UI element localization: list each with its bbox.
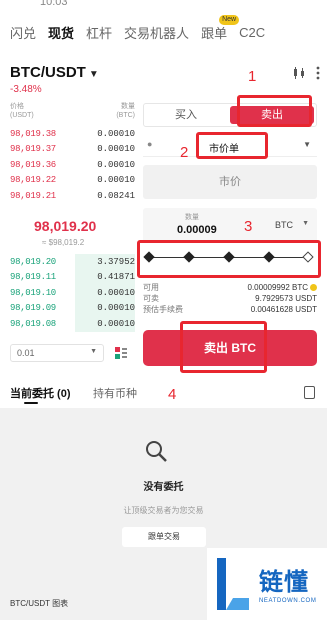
- fee-label: 预估手续费: [143, 305, 183, 314]
- tab-convert[interactable]: 闪兑: [10, 23, 36, 42]
- watermark-name: 链懂: [259, 569, 309, 596]
- buy-tab[interactable]: 买入: [144, 104, 228, 126]
- bid-qty: 3.37952: [97, 256, 135, 267]
- depth-select[interactable]: 0.01 ▼: [10, 344, 104, 362]
- ask-row[interactable]: 98,019.36 0.00010: [10, 157, 135, 173]
- candlestick-icon[interactable]: [292, 66, 306, 80]
- watermark-domain: NEATDOWN.COM: [259, 598, 317, 604]
- status-bar: 10:03: [0, 0, 327, 14]
- ask-qty: 0.08241: [97, 190, 135, 201]
- ask-price: 98,019.22: [10, 175, 56, 186]
- bid-qty: 0.00010: [97, 318, 135, 329]
- price-field[interactable]: 市价: [143, 165, 317, 199]
- ask-qty: 0.00010: [97, 144, 135, 155]
- chevron-down-icon: ▼: [90, 348, 97, 355]
- sellable-row: 可卖 9.7929573 USDT: [143, 293, 317, 304]
- new-badge: New: [219, 14, 240, 25]
- ask-row[interactable]: 98,019.37 0.00010: [10, 142, 135, 158]
- last-price-usd: ≈ $98,019.2: [42, 238, 85, 247]
- tab-holdings[interactable]: 持有币种: [93, 385, 137, 401]
- bid-row[interactable]: 98,019.08 0.00010: [10, 316, 135, 332]
- available-label: 可用: [143, 283, 159, 292]
- history-icon[interactable]: [304, 386, 315, 399]
- caret-down-icon: ▼: [303, 140, 311, 149]
- tab-trading-bot[interactable]: 交易机器人: [124, 23, 189, 42]
- ask-row[interactable]: 98,019.38 0.00010: [10, 126, 135, 142]
- bid-qty: 0.41871: [97, 272, 135, 283]
- ask-row[interactable]: 98,019.22 0.00010: [10, 173, 135, 189]
- ask-price: 98,019.21: [10, 190, 56, 201]
- ask-qty: 0.00010: [97, 159, 135, 170]
- pair-selector[interactable]: BTC/USDT ▼ -3.48%: [10, 64, 320, 95]
- annotation-number-2: 2: [180, 144, 189, 161]
- fee-row: 预估手续费 0.00461628 USDT: [143, 304, 317, 315]
- coin-icon: [310, 284, 317, 292]
- sellable-label: 可卖: [143, 294, 159, 303]
- available-value: 0.00009992 BTC: [247, 283, 309, 292]
- ask-qty: 0.00010: [97, 128, 135, 139]
- ask-qty: 0.00010: [97, 175, 135, 186]
- ask-row[interactable]: 98,019.21 0.08241: [10, 188, 135, 204]
- tab-spot[interactable]: 现货: [48, 23, 74, 42]
- qty-value: 0.00009: [177, 224, 217, 236]
- bid-qty: 0.00010: [97, 303, 135, 314]
- tab-copy-trading-label: 跟单: [201, 25, 228, 41]
- annotation-box-slider: [137, 240, 321, 278]
- bid-price: 98,019.10: [10, 287, 56, 298]
- empty-title: 没有委托: [143, 482, 184, 493]
- bid-price: 98,019.20: [10, 256, 56, 267]
- price-header: 价格 (USDT): [10, 103, 34, 119]
- qty-label: 数量: [185, 214, 199, 221]
- fee-value: 0.00461628 USDT: [250, 305, 317, 314]
- bid-row[interactable]: 98,019.09 0.00010: [10, 300, 135, 316]
- tab-c2c[interactable]: C2C: [239, 25, 265, 40]
- bid-row[interactable]: 98,019.20 3.37952: [10, 254, 135, 270]
- bid-price: 98,019.11: [10, 272, 56, 283]
- bid-row[interactable]: 98,019.11 0.41871: [10, 269, 135, 285]
- ask-list: 98,019.38 0.00010 98,019.37 0.00010 98,019…: [10, 126, 135, 204]
- available-row: 可用 0.00009992 BTC: [143, 282, 317, 293]
- top-tabs: 闪兑 现货 杠杆 交易机器人 跟单 New C2C: [10, 14, 321, 42]
- pair-change: -3.48%: [10, 84, 42, 95]
- bid-list: 98,019.20 3.37952 98,019.11 0.41871 98,019…: [10, 254, 135, 332]
- sellable-value: 9.7929573 USDT: [255, 294, 317, 303]
- ask-price: 98,019.38: [10, 128, 56, 139]
- balance-info: 可用 0.00009992 BTC 可卖 9.7929573 USDT 预估手续费 0…: [143, 282, 317, 315]
- book-layout-icon[interactable]: [114, 346, 128, 360]
- status-time: 10:03: [40, 0, 68, 8]
- caret-down-icon: ▼: [88, 69, 99, 80]
- bid-price: 98,019.09: [10, 303, 56, 314]
- annotation-box-sell-tab: [237, 95, 312, 127]
- empty-subtitle: 让顶级交易者为您交易: [123, 506, 204, 515]
- info-icon[interactable]: ●: [147, 139, 152, 149]
- depth-value: 0.01: [17, 348, 35, 358]
- tab-margin[interactable]: 杠杆: [86, 23, 112, 42]
- order-tabs: 当前委托 (0) 持有币种: [10, 385, 317, 404]
- logo-mark-icon: [217, 558, 249, 610]
- active-tab-underline: [24, 402, 38, 404]
- pair-icons: [292, 66, 320, 80]
- copy-trading-button[interactable]: 跟单交易: [122, 527, 206, 547]
- annotation-number-1: 1: [248, 68, 257, 85]
- bid-qty: 0.00010: [97, 287, 135, 298]
- ask-price: 98,019.36: [10, 159, 56, 170]
- last-price: 98,019.20: [34, 218, 97, 234]
- caret-down-icon: ▼: [302, 220, 309, 227]
- annotation-box-order-type: [196, 132, 268, 159]
- quantity-field[interactable]: 数量 0.00009 BTC ▼: [143, 208, 317, 242]
- ask-price: 98,019.37: [10, 144, 56, 155]
- annotation-number-3: 3: [244, 218, 253, 235]
- more-icon[interactable]: [316, 66, 320, 80]
- tab-copy-trading[interactable]: 跟单 New: [201, 14, 240, 42]
- watermark-logo: 链懂 NEATDOWN.COM: [207, 548, 327, 620]
- annotation-box-submit: [180, 321, 267, 373]
- bid-price: 98,019.08: [10, 318, 56, 329]
- tab-open-orders[interactable]: 当前委托 (0): [10, 385, 71, 401]
- qty-unit[interactable]: BTC: [275, 220, 293, 230]
- search-icon: [146, 441, 167, 462]
- chart-link[interactable]: BTC/USDT 图表: [10, 598, 68, 609]
- pair-name: BTC/USDT: [10, 64, 86, 81]
- qty-header: 数量 (BTC): [116, 103, 135, 119]
- bid-row[interactable]: 98,019.10 0.00010: [10, 285, 135, 301]
